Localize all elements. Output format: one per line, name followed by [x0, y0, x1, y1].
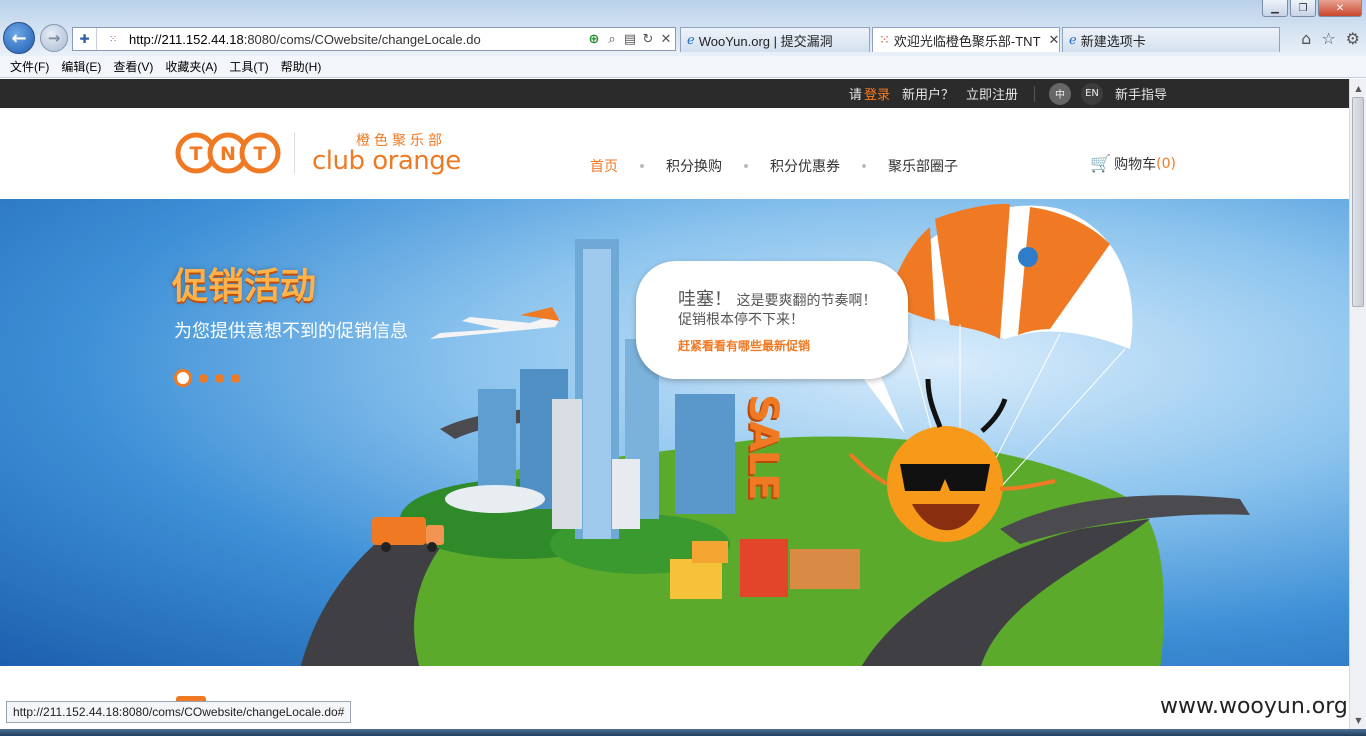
beginner-guide-link[interactable]: 新手指导 — [1115, 84, 1167, 103]
site-identity-icon[interactable]: ✚ — [73, 28, 97, 50]
vertical-scrollbar[interactable]: ▲ ▼ — [1349, 79, 1366, 729]
bubble-exclaim: 哇塞！ — [678, 289, 732, 310]
tnt-logo[interactable]: T N T — [175, 132, 281, 174]
cart-link[interactable]: 🛒 购物车 (0) — [1090, 154, 1176, 174]
nav-separator — [744, 164, 748, 168]
bubble-line2: 促销根本停不下来！ — [678, 312, 804, 328]
back-arrow-icon: ← — [11, 27, 27, 49]
slider-dot-4[interactable] — [231, 373, 240, 383]
promo-banner[interactable]: TNT 促销活动 为您提供意想不到的促销信息 哇塞！ 这是要爽翻的节奏啊！ 促销… — [0, 199, 1349, 666]
main-nav: 首页 积分换购 积分优惠券 聚乐部圈子 — [590, 156, 958, 176]
stop-icon[interactable]: ✕ — [657, 32, 675, 47]
nav-home[interactable]: 首页 — [590, 156, 618, 176]
os-taskbar — [0, 729, 1366, 736]
parachute-logo: TNT — [1052, 220, 1073, 230]
nav-club-circle[interactable]: 聚乐部圈子 — [888, 156, 958, 176]
bubble-line1: 哇塞！ 这是要爽翻的节奏啊！ — [678, 285, 876, 311]
site-header: T N T 橙色聚乐部 club orange 首页 积分换购 积分优惠券 聚乐… — [0, 108, 1349, 199]
gear-icon[interactable]: ⚙ — [1346, 29, 1360, 48]
forward-arrow-icon: → — [47, 29, 61, 47]
nav-separator — [862, 164, 866, 168]
scroll-down-icon[interactable]: ▼ — [1351, 712, 1366, 728]
slider-dot-2[interactable] — [199, 373, 208, 383]
speech-bubble: 哇塞！ 这是要爽翻的节奏啊！ 促销根本停不下来！ 赶紧看看有哪些最新促销 — [636, 261, 908, 379]
login-link[interactable]: 登录 — [864, 84, 890, 103]
svg-text:N: N — [220, 143, 236, 165]
browser-toolbar-right: ⌂ ☆ ⚙ — [1301, 29, 1360, 48]
page-loading-icon: ⁙ — [109, 33, 118, 45]
language-zh-button[interactable]: 中 — [1048, 82, 1071, 105]
back-button[interactable]: ← — [3, 22, 35, 54]
refresh-icon[interactable]: ↻ — [639, 32, 657, 47]
search-icon[interactable]: ⌕ — [603, 32, 621, 47]
menu-help[interactable]: 帮助(H) — [275, 58, 328, 75]
menu-tools[interactable]: 工具(T) — [223, 58, 274, 75]
browser-title-bar: ▁ ❐ ✕ ← → ✚ ⁙ http://211.152.44.18:8080/… — [0, 0, 1366, 56]
cart-icon: 🛒 — [1090, 154, 1112, 174]
tab-new[interactable]: ℯ 新建选项卡 — [1062, 27, 1280, 52]
menu-view[interactable]: 查看(V) — [107, 58, 159, 75]
bubble-cta-link[interactable]: 赶紧看看有哪些最新促销 — [678, 337, 810, 354]
menu-bar: 文件(F) 编辑(E) 查看(V) 收藏夹(A) 工具(T) 帮助(H) — [0, 56, 1366, 78]
close-window-button[interactable]: ✕ — [1318, 0, 1362, 17]
close-tab-icon[interactable]: ✕ — [1041, 32, 1059, 48]
svg-text:T: T — [254, 143, 267, 165]
slider-pagination — [174, 369, 240, 387]
home-icon[interactable]: ⌂ — [1301, 29, 1311, 48]
ie-icon: ℯ — [687, 32, 695, 47]
forward-button[interactable]: → — [40, 24, 68, 52]
nav-points-exchange[interactable]: 积分换购 — [666, 156, 722, 176]
scroll-thumb[interactable] — [1352, 97, 1364, 307]
nav-points-coupons[interactable]: 积分优惠券 — [770, 156, 840, 176]
tab-label: WooYun.org | 提交漏洞 — [698, 33, 833, 49]
register-link[interactable]: 立即注册 — [966, 84, 1018, 103]
maximize-button[interactable]: ❐ — [1290, 0, 1316, 17]
compat-page-icon[interactable]: ▤ — [621, 32, 639, 47]
club-name-en: club orange — [312, 146, 461, 176]
divider — [1033, 85, 1035, 102]
tab-label: 新建选项卡 — [1080, 33, 1146, 49]
svg-text:T: T — [190, 143, 203, 165]
loading-icon: ⁙ — [879, 32, 890, 47]
menu-edit[interactable]: 编辑(E) — [55, 58, 107, 75]
tab-wooyun[interactable]: ℯ WooYun.org | 提交漏洞 — [680, 27, 870, 52]
logo-divider — [294, 132, 295, 174]
slider-dot-3[interactable] — [215, 373, 224, 383]
slider-dot-1[interactable] — [174, 369, 192, 387]
bubble-text1: 这是要爽翻的节奏啊！ — [736, 293, 877, 309]
status-url-tooltip: http://211.152.44.18:8080/coms/COwebsite… — [6, 701, 352, 723]
favorites-star-icon[interactable]: ☆ — [1321, 29, 1335, 48]
tab-label: 欢迎光临橙色聚乐部-TNT — [893, 33, 1041, 49]
scroll-up-icon[interactable]: ▲ — [1351, 80, 1366, 96]
menu-favorites[interactable]: 收藏夹(A) — [159, 58, 223, 75]
watermark: www.wooyun.org — [1160, 694, 1348, 719]
language-en-button[interactable]: EN — [1080, 82, 1103, 105]
address-bar[interactable]: ✚ ⁙ http://211.152.44.18:8080/coms/COweb… — [72, 27, 676, 51]
compatibility-view-icon[interactable]: ⊕ — [585, 32, 603, 47]
banner-title: 促销活动 — [172, 266, 317, 307]
cart-count: (0) — [1156, 156, 1177, 172]
minimize-button[interactable]: ▁ — [1262, 0, 1288, 17]
address-url[interactable]: http://211.152.44.18:8080/coms/COwebsite… — [129, 32, 585, 47]
tab-strip: ℯ WooYun.org | 提交漏洞 ⁙ 欢迎光临橙色聚乐部-TNT ✕ ℯ … — [680, 27, 1282, 52]
sale-sign: SALE — [740, 394, 786, 499]
nav-separator — [640, 164, 644, 168]
window-controls: ▁ ❐ ✕ — [1262, 0, 1362, 17]
cart-label: 购物车 — [1114, 157, 1157, 173]
banner-subtitle: 为您提供意想不到的促销信息 — [174, 321, 408, 342]
page-viewport: 请 登录 新用户？ 立即注册 中 EN 新手指导 T N T 橙色聚乐部 clu… — [0, 79, 1349, 729]
ie-icon: ℯ — [1069, 32, 1077, 47]
site-top-bar: 请 登录 新用户？ 立即注册 中 EN 新手指导 — [0, 79, 1349, 108]
new-user-text: 新用户？ — [901, 88, 954, 103]
menu-file[interactable]: 文件(F) — [4, 58, 55, 75]
tab-tnt[interactable]: ⁙ 欢迎光临橙色聚乐部-TNT ✕ — [872, 27, 1060, 52]
login-prefix: 请 — [848, 88, 862, 103]
